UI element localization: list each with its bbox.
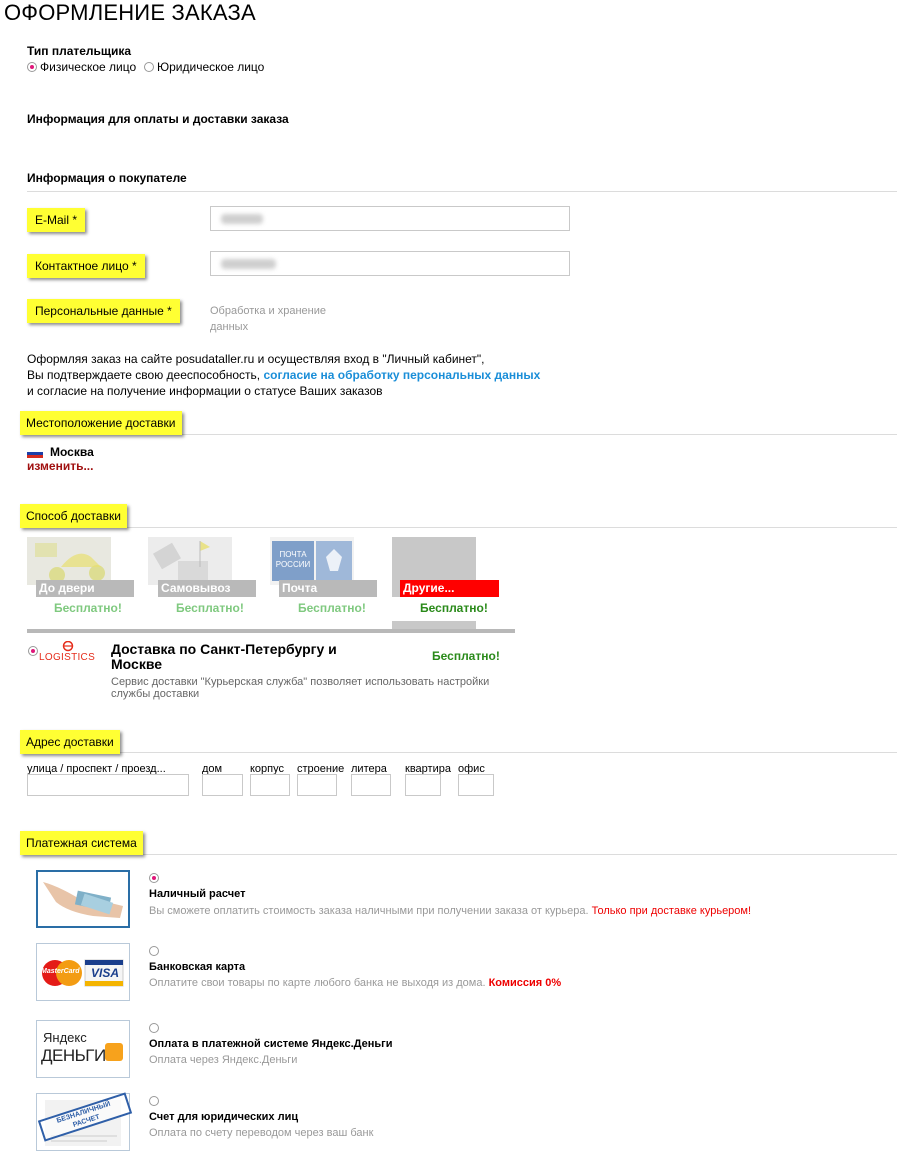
yandex-logo-text-1: Яндекс: [43, 1030, 87, 1045]
contact-field[interactable]: [210, 251, 570, 276]
payment-card-radio[interactable]: [149, 946, 159, 956]
delivery-tab-underline: [27, 629, 515, 633]
delivery-option-title-1: Доставка по Санкт-Петербургу и: [111, 641, 337, 657]
payment-cash-title: Наличный расчет: [149, 888, 246, 900]
delivery-tile-post[interactable]: ПОЧТА РОССИИ: [270, 537, 354, 585]
boxes-icon: [152, 541, 210, 583]
divider: [27, 854, 897, 855]
payment-invoice-radio[interactable]: [149, 1096, 159, 1106]
location-city-text: Москва: [50, 445, 94, 459]
delivery-tile-pickup-label[interactable]: Самовывоз: [158, 580, 256, 597]
personal-data-note-2: данных: [210, 321, 249, 333]
consent-personal-data-link[interactable]: согласие на обработку персональных данны…: [263, 368, 540, 382]
delivery-option-desc-1: Сервис доставки "Курьерская служба" позв…: [111, 676, 490, 688]
delivery-tile-post-price: Бесплатно!: [298, 601, 366, 615]
divider: [27, 527, 897, 528]
russia-flag-icon: [27, 449, 43, 458]
russian-post-logo-text-1: ПОЧТА: [279, 550, 307, 559]
delivery-tile-door-price: Бесплатно!: [54, 601, 122, 615]
payment-yandex-title: Оплата в платежной системе Яндекс.Деньги: [149, 1038, 393, 1050]
scooter-icon: [35, 543, 105, 583]
personal-data-label: Персональные данные *: [27, 299, 180, 323]
building-input[interactable]: [250, 774, 290, 796]
delivery-option-radio[interactable]: [28, 646, 38, 656]
eagle-emblem-icon: [316, 541, 352, 581]
payment-cash-note: Только при доставке курьером!: [591, 905, 752, 917]
delivery-tile-pickup-price: Бесплатно!: [176, 601, 244, 615]
consent-line-2: Вы подтверждаете свою дееспособность, со…: [27, 368, 540, 382]
email-label: E-Mail *: [27, 208, 86, 232]
payment-info-heading: Информация для оплаты и доставки заказа: [27, 112, 289, 126]
payment-invoice-image[interactable]: БЕЗНАЛИЧНЫЙ РАСЧЕТ: [36, 1092, 133, 1151]
payment-card-title: Банковская карта: [149, 961, 246, 973]
payment-card-desc: Оплатите свои товары по карте любого бан…: [149, 977, 561, 989]
delivery-heading: Способ доставки: [20, 504, 127, 528]
payment-cash-image[interactable]: [36, 870, 130, 928]
contact-value-blurred: [221, 259, 276, 269]
payer-type-label: Тип плательщика: [27, 44, 132, 58]
structure-input[interactable]: [297, 774, 337, 796]
delivery-tile-other-label[interactable]: Другие...: [400, 580, 499, 597]
delivery-option-desc-2: службы доставки: [111, 688, 200, 700]
delivery-option-price: Бесплатно!: [432, 649, 500, 663]
contact-label: Контактное лицо *: [27, 254, 145, 278]
logistics-logo: LOGISTICS: [38, 640, 98, 665]
payment-yandex-radio[interactable]: [149, 1023, 159, 1033]
letter-input[interactable]: [351, 774, 391, 796]
buyer-info-heading: Информация о покупателе: [27, 171, 187, 185]
location-city: Москва: [50, 445, 94, 459]
location-change-link[interactable]: изменить...: [27, 459, 93, 473]
address-heading: Адрес доставки: [20, 730, 120, 754]
payer-type-legal-label[interactable]: Юридическое лицо: [157, 60, 264, 74]
payment-invoice-title: Счет для юридических лиц: [149, 1111, 299, 1123]
yandex-wallet-icon: [105, 1043, 123, 1061]
page-title: ОФОРМЛЕНИЕ ЗАКАЗА: [4, 0, 256, 25]
apartment-input[interactable]: [405, 774, 441, 796]
office-input[interactable]: [458, 774, 494, 796]
delivery-tile-post-label[interactable]: Почта: [279, 580, 377, 597]
payment-cash-radio[interactable]: [149, 873, 159, 883]
email-field[interactable]: [210, 206, 570, 231]
payment-yandex-image[interactable]: Яндекс ДЕНЬГИ: [36, 1020, 130, 1078]
payment-card-image[interactable]: MasterCard VISA: [36, 943, 130, 1001]
divider: [27, 752, 897, 753]
yandex-logo-text-2: ДЕНЬГИ: [41, 1046, 106, 1065]
personal-data-note-1: Обработка и хранение: [210, 305, 326, 317]
delivery-tile-door-label[interactable]: До двери: [36, 580, 134, 597]
delivery-tile-other-price: Бесплатно!: [420, 601, 488, 615]
payment-cash-desc: Вы сможете оплатить стоимость заказа нал…: [149, 905, 751, 917]
russian-post-logo-text-2: РОССИИ: [275, 560, 311, 569]
payment-heading: Платежная система: [20, 831, 143, 855]
house-input[interactable]: [202, 774, 243, 796]
payer-type-radio-legal[interactable]: [144, 62, 154, 72]
street-input[interactable]: [27, 774, 189, 796]
payment-invoice-desc: Оплата по счету переводом через ваш банк: [149, 1127, 374, 1139]
cash-hand-icon: [43, 882, 123, 918]
payment-cash-desc-text: Вы сможете оплатить стоимость заказа нал…: [149, 905, 589, 917]
payment-card-note: Комиссия 0%: [488, 977, 562, 989]
mastercard-text: MasterCard: [41, 968, 80, 975]
payment-yandex-desc: Оплата через Яндекс.Деньги: [149, 1054, 298, 1066]
payer-type-radio-individual[interactable]: [27, 62, 37, 72]
email-value-blurred: [221, 214, 263, 224]
consent-line-3: и согласие на получение информации о ста…: [27, 384, 383, 398]
location-heading: Местоположение доставки: [20, 411, 182, 435]
delivery-tile-door[interactable]: [27, 537, 111, 585]
delivery-option-title-2: Москве: [111, 656, 163, 672]
visa-text: VISA: [91, 966, 120, 980]
divider: [27, 191, 897, 192]
payment-card-desc-text: Оплатите свои товары по карте любого бан…: [149, 977, 486, 989]
payer-type-individual-label[interactable]: Физическое лицо: [40, 60, 136, 74]
russian-post-logo: ПОЧТА РОССИИ: [272, 541, 314, 581]
logistics-logo-text: LOGISTICS: [39, 652, 96, 663]
consent-line-1: Оформляя заказ на сайте posudataller.ru …: [27, 352, 485, 366]
consent-line-2-text: Вы подтверждаете свою дееспособность,: [27, 368, 264, 382]
delivery-tile-pickup[interactable]: [148, 537, 232, 585]
